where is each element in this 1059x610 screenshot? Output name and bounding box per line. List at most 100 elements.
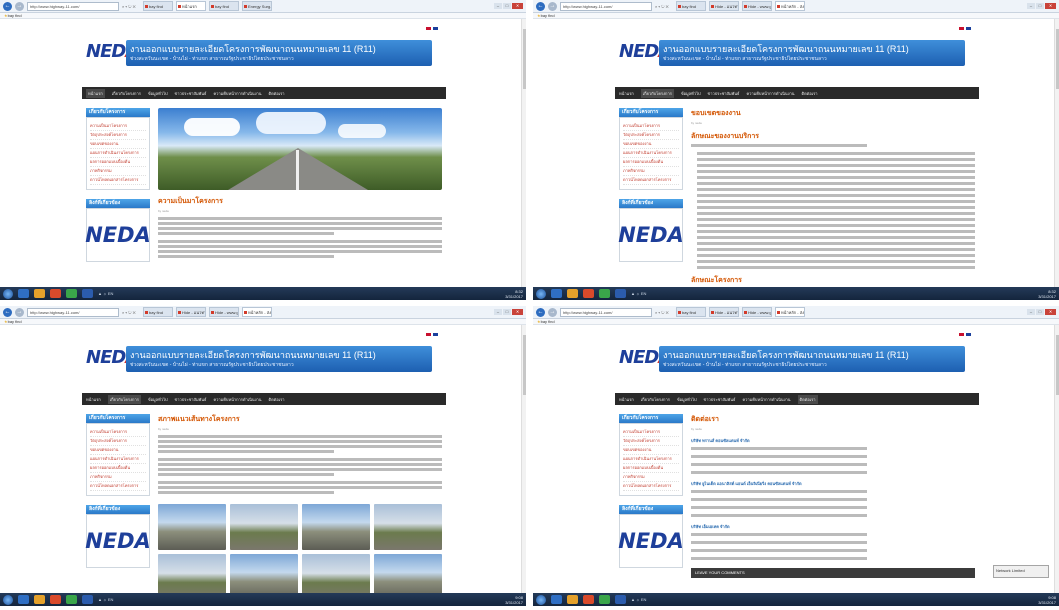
sidebar-item-plan[interactable]: แผนการดำเนินงานโครงการ <box>623 149 679 158</box>
menu-item-home[interactable]: หน้าแรก <box>86 396 101 403</box>
browser-tab[interactable]: Hide - แนวทาง <box>176 307 206 317</box>
menu-item-about[interactable]: เกี่ยวกับโครงการ <box>107 394 141 404</box>
browser-tab[interactable]: หน้าหลัก - ส่ง... <box>775 1 805 11</box>
flag-th-icon[interactable] <box>426 27 431 30</box>
favorite-link[interactable]: bay find <box>4 319 22 324</box>
word-icon[interactable] <box>615 289 626 298</box>
sidebar-item-scope[interactable]: ขอบเขตของงาน <box>623 140 679 149</box>
menu-item-progress[interactable]: ความคืบหน้าการดำเนินงาน <box>213 396 261 403</box>
chrome-icon[interactable] <box>599 595 610 604</box>
taskbar-clock[interactable]: 9:08 3/31/2017 <box>1038 595 1056 605</box>
folder-icon[interactable] <box>34 289 45 298</box>
browser-tab[interactable]: bay find <box>676 1 706 11</box>
back-icon[interactable]: ← <box>536 307 545 317</box>
sidebar-item-plan[interactable]: แผนการดำเนินงานโครงการ <box>623 455 679 464</box>
menu-item-home[interactable]: หน้าแรก <box>619 90 634 97</box>
menu-item-news[interactable]: ข่าวประชาสัมพันธ์ <box>175 90 207 97</box>
close-icon[interactable]: ✕ <box>512 3 523 9</box>
word-icon[interactable] <box>82 595 93 604</box>
sidebar-logo-box[interactable]: NEDA <box>618 208 684 262</box>
gallery-photo[interactable] <box>230 504 298 550</box>
minimize-icon[interactable]: – <box>1027 309 1035 315</box>
browser-tab[interactable]: bay find <box>143 1 173 11</box>
sidebar-item-activities[interactable]: ภาพกิจกรรม <box>90 473 146 482</box>
address-bar[interactable]: http://www.highway-11.com/ <box>560 1 652 11</box>
sidebar-item-objectives[interactable]: วัตถุประสงค์โครงการ <box>90 437 146 446</box>
browser-tab[interactable]: Energy Surg... <box>242 1 272 11</box>
gallery-photo[interactable] <box>158 504 226 550</box>
back-icon[interactable]: ← <box>3 1 12 11</box>
menu-item-info[interactable]: ข้อมูลทั่วไป <box>677 396 697 403</box>
sidebar-item-scope[interactable]: ขอบเขตของงาน <box>90 140 146 149</box>
browser-tab[interactable]: Hide - www.go... <box>742 1 772 11</box>
start-button-icon[interactable] <box>536 594 546 605</box>
ie-icon[interactable] <box>551 289 562 298</box>
favorite-link[interactable]: bay find <box>537 13 555 18</box>
sidebar-item-objectives[interactable]: วัตถุประสงค์โครงการ <box>623 437 679 446</box>
chrome-icon[interactable] <box>66 595 77 604</box>
sidebar-logo-box[interactable]: NEDA <box>85 514 151 568</box>
gallery-photo[interactable] <box>302 504 370 550</box>
sidebar-item-activities[interactable]: ภาพกิจกรรม <box>623 473 679 482</box>
favorite-link[interactable]: bay find <box>4 13 22 18</box>
scrollbar[interactable] <box>521 19 526 287</box>
menu-item-contact[interactable]: ติดต่อเรา <box>802 90 818 97</box>
sidebar-item-plan[interactable]: แผนการดำเนินงานโครงการ <box>90 149 146 158</box>
start-button-icon[interactable] <box>3 594 13 605</box>
browser-tab[interactable]: หน้าหลัก - ส่ง... <box>242 307 272 317</box>
maximize-icon[interactable]: □ <box>503 309 511 315</box>
media-icon[interactable] <box>50 289 61 298</box>
chrome-icon[interactable] <box>66 289 77 298</box>
scrollbar[interactable] <box>1054 325 1059 593</box>
forward-icon[interactable]: → <box>15 1 24 11</box>
sidebar-logo-box[interactable]: NEDA <box>618 514 684 568</box>
flag-en-icon[interactable] <box>433 333 438 336</box>
forward-icon[interactable]: → <box>548 1 557 11</box>
folder-icon[interactable] <box>567 289 578 298</box>
start-button-icon[interactable] <box>3 288 13 299</box>
flag-en-icon[interactable] <box>433 27 438 30</box>
sidebar-item-design[interactable]: ผลการออกแบบเบื้องต้น <box>623 158 679 167</box>
word-icon[interactable] <box>82 289 93 298</box>
back-icon[interactable]: ← <box>536 1 545 11</box>
close-icon[interactable]: ✕ <box>1045 3 1056 9</box>
close-icon[interactable]: ✕ <box>1045 309 1056 315</box>
browser-tab[interactable]: หน้าหลัก - ส่ง... <box>775 307 805 317</box>
menu-item-progress[interactable]: ความคืบหน้าการดำเนินงาน <box>742 396 790 403</box>
forward-icon[interactable]: → <box>548 307 557 317</box>
system-tray[interactable]: ▲ ☼ EN <box>98 597 113 602</box>
taskbar-clock[interactable]: 8:32 3/31/2017 <box>505 289 523 299</box>
browser-tab[interactable]: Hide - แนวทาง <box>709 1 739 11</box>
browser-tab[interactable]: Hide - www.go... <box>209 307 239 317</box>
taskbar-clock[interactable]: 8:32 3/31/2017 <box>1038 289 1056 299</box>
network-notification[interactable]: Network Limited <box>993 565 1049 578</box>
address-bar[interactable]: http://www.highway-11.com/ <box>27 1 119 11</box>
taskbar-clock[interactable]: 9:08 3/31/2017 <box>505 595 523 605</box>
menu-item-progress[interactable]: ความคืบหน้าการดำเนินงาน <box>746 90 794 97</box>
media-icon[interactable] <box>50 595 61 604</box>
ie-icon[interactable] <box>18 289 29 298</box>
favorite-link[interactable]: bay find <box>537 319 555 324</box>
flag-th-icon[interactable] <box>959 27 964 30</box>
menu-item-about[interactable]: เกี่ยวกับโครงการ <box>641 396 670 403</box>
folder-icon[interactable] <box>567 595 578 604</box>
menu-item-contact[interactable]: ติดต่อเรา <box>797 394 818 404</box>
system-tray[interactable]: ▲ ☼ EN <box>631 291 646 296</box>
flag-en-icon[interactable] <box>966 333 971 336</box>
media-icon[interactable] <box>583 289 594 298</box>
minimize-icon[interactable]: – <box>1027 3 1035 9</box>
address-bar[interactable]: http://www.highway-11.com/ <box>27 307 119 317</box>
menu-item-home[interactable]: หน้าแรก <box>86 88 105 98</box>
sidebar-item-activities[interactable]: ภาพกิจกรรม <box>623 167 679 176</box>
address-bar[interactable]: http://www.highway-11.com/ <box>560 307 652 317</box>
start-button-icon[interactable] <box>536 288 546 299</box>
sidebar-item-plan[interactable]: แผนการดำเนินงานโครงการ <box>90 455 146 464</box>
flag-en-icon[interactable] <box>966 27 971 30</box>
scrollbar[interactable] <box>521 325 526 593</box>
flag-th-icon[interactable] <box>426 333 431 336</box>
sidebar-item-design[interactable]: ผลการออกแบบเบื้องต้น <box>90 158 146 167</box>
sidebar-item-scope[interactable]: ขอบเขตของงาน <box>623 446 679 455</box>
scrollbar[interactable] <box>1054 19 1059 287</box>
browser-tab[interactable]: bay find <box>209 1 239 11</box>
address-tools[interactable]: ⌕ ▾ ↻ ✕ <box>655 4 673 9</box>
